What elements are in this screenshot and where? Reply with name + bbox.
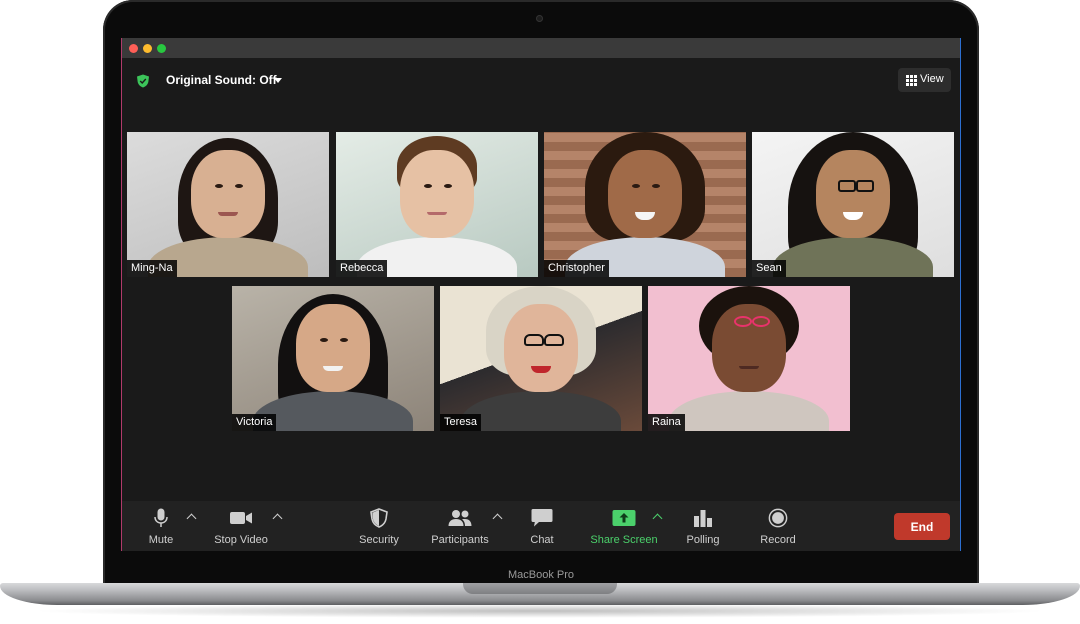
video-tile-rebecca[interactable]: Rebecca (336, 132, 538, 277)
chevron-up-icon[interactable] (186, 513, 197, 524)
caret-down-icon[interactable] (274, 78, 282, 83)
mute-button[interactable]: Mute (140, 501, 182, 551)
view-button-label: View (920, 73, 944, 85)
participant-name: Teresa (440, 414, 482, 431)
microphone-icon (154, 508, 168, 527)
participant-name: Christopher (544, 260, 609, 277)
sunglasses (734, 316, 752, 327)
participant-name: Sean (752, 260, 786, 277)
meeting-area: Original Sound: Off View Ming-Na Rebecca… (122, 58, 960, 501)
participant-face (816, 150, 890, 238)
end-meeting-button[interactable]: End (894, 513, 950, 540)
zoom-window: Original Sound: Off View Ming-Na Rebecca… (122, 38, 960, 551)
video-tile-teresa[interactable]: Teresa (440, 286, 642, 431)
video-tile-victoria[interactable]: Victoria (232, 286, 434, 431)
stop-video-label: Stop Video (214, 534, 268, 546)
laptop-base-notch (463, 583, 617, 594)
video-camera-icon (230, 512, 252, 524)
chat-bubble-icon (531, 509, 553, 527)
mouth (323, 366, 343, 371)
glasses (544, 334, 564, 346)
participant-face (191, 150, 265, 238)
participant-face (296, 304, 370, 392)
video-tile-raina[interactable]: Raina (648, 286, 850, 431)
eye (235, 184, 243, 188)
participant-face (608, 150, 682, 238)
participant-body (461, 391, 621, 431)
device-label: MacBook Pro (507, 569, 575, 581)
eye (424, 184, 432, 188)
grid-icon (906, 75, 917, 86)
polling-button[interactable]: Polling (682, 501, 724, 551)
minimize-window-button[interactable] (143, 44, 152, 53)
view-button[interactable]: View (898, 68, 951, 92)
eye (632, 184, 640, 188)
participant-name: Victoria (232, 414, 277, 431)
laptop-shadow (30, 604, 1050, 618)
video-tile-ming-na[interactable]: Ming-Na (127, 132, 329, 277)
chevron-up-icon[interactable] (492, 513, 503, 524)
record-icon (768, 508, 788, 528)
record-label: Record (760, 534, 796, 546)
meeting-toolbar: Mute Stop Video Security Participants Ch… (122, 501, 960, 551)
eye (340, 338, 348, 342)
participant-body (669, 391, 829, 431)
eye (444, 184, 452, 188)
eye (215, 184, 223, 188)
security-label: Security (359, 534, 399, 546)
video-tile-sean[interactable]: Sean (752, 132, 954, 277)
participants-label: Participants (431, 534, 489, 546)
glasses (524, 334, 544, 346)
participant-face (504, 304, 578, 392)
maximize-window-button[interactable] (157, 44, 166, 53)
participants-icon (448, 510, 472, 526)
chat-button[interactable]: Chat (522, 501, 562, 551)
glasses (838, 180, 856, 192)
chat-label: Chat (530, 534, 554, 546)
share-screen-button[interactable]: Share Screen (588, 501, 660, 551)
mouth (427, 212, 447, 215)
chevron-up-icon[interactable] (272, 513, 283, 524)
participant-body (253, 391, 413, 431)
security-shield-icon (370, 508, 388, 528)
mouth (218, 212, 238, 216)
window-titlebar (122, 38, 960, 58)
stop-video-button[interactable]: Stop Video (212, 501, 270, 551)
glasses (856, 180, 874, 192)
record-button[interactable]: Record (756, 501, 800, 551)
shield-icon[interactable] (136, 74, 150, 88)
security-button[interactable]: Security (354, 501, 404, 551)
eye (320, 338, 328, 342)
sunglasses (752, 316, 770, 327)
participant-face (400, 150, 474, 238)
participant-name: Raina (648, 414, 685, 431)
polling-label: Polling (686, 534, 720, 546)
polling-icon (694, 510, 712, 527)
participant-name: Rebecca (336, 260, 388, 277)
mute-label: Mute (148, 534, 174, 546)
close-window-button[interactable] (129, 44, 138, 53)
share-screen-icon (612, 510, 636, 526)
participant-name: Ming-Na (127, 260, 177, 277)
participants-button[interactable]: Participants (428, 501, 492, 551)
video-tile-christopher[interactable]: Christopher (544, 132, 746, 277)
eye (652, 184, 660, 188)
webcam-icon (536, 15, 543, 22)
share-screen-label: Share Screen (590, 534, 658, 546)
mouth (739, 366, 759, 369)
meeting-topbar: Original Sound: Off View (122, 58, 960, 104)
original-sound-toggle[interactable]: Original Sound: Off (166, 73, 277, 87)
